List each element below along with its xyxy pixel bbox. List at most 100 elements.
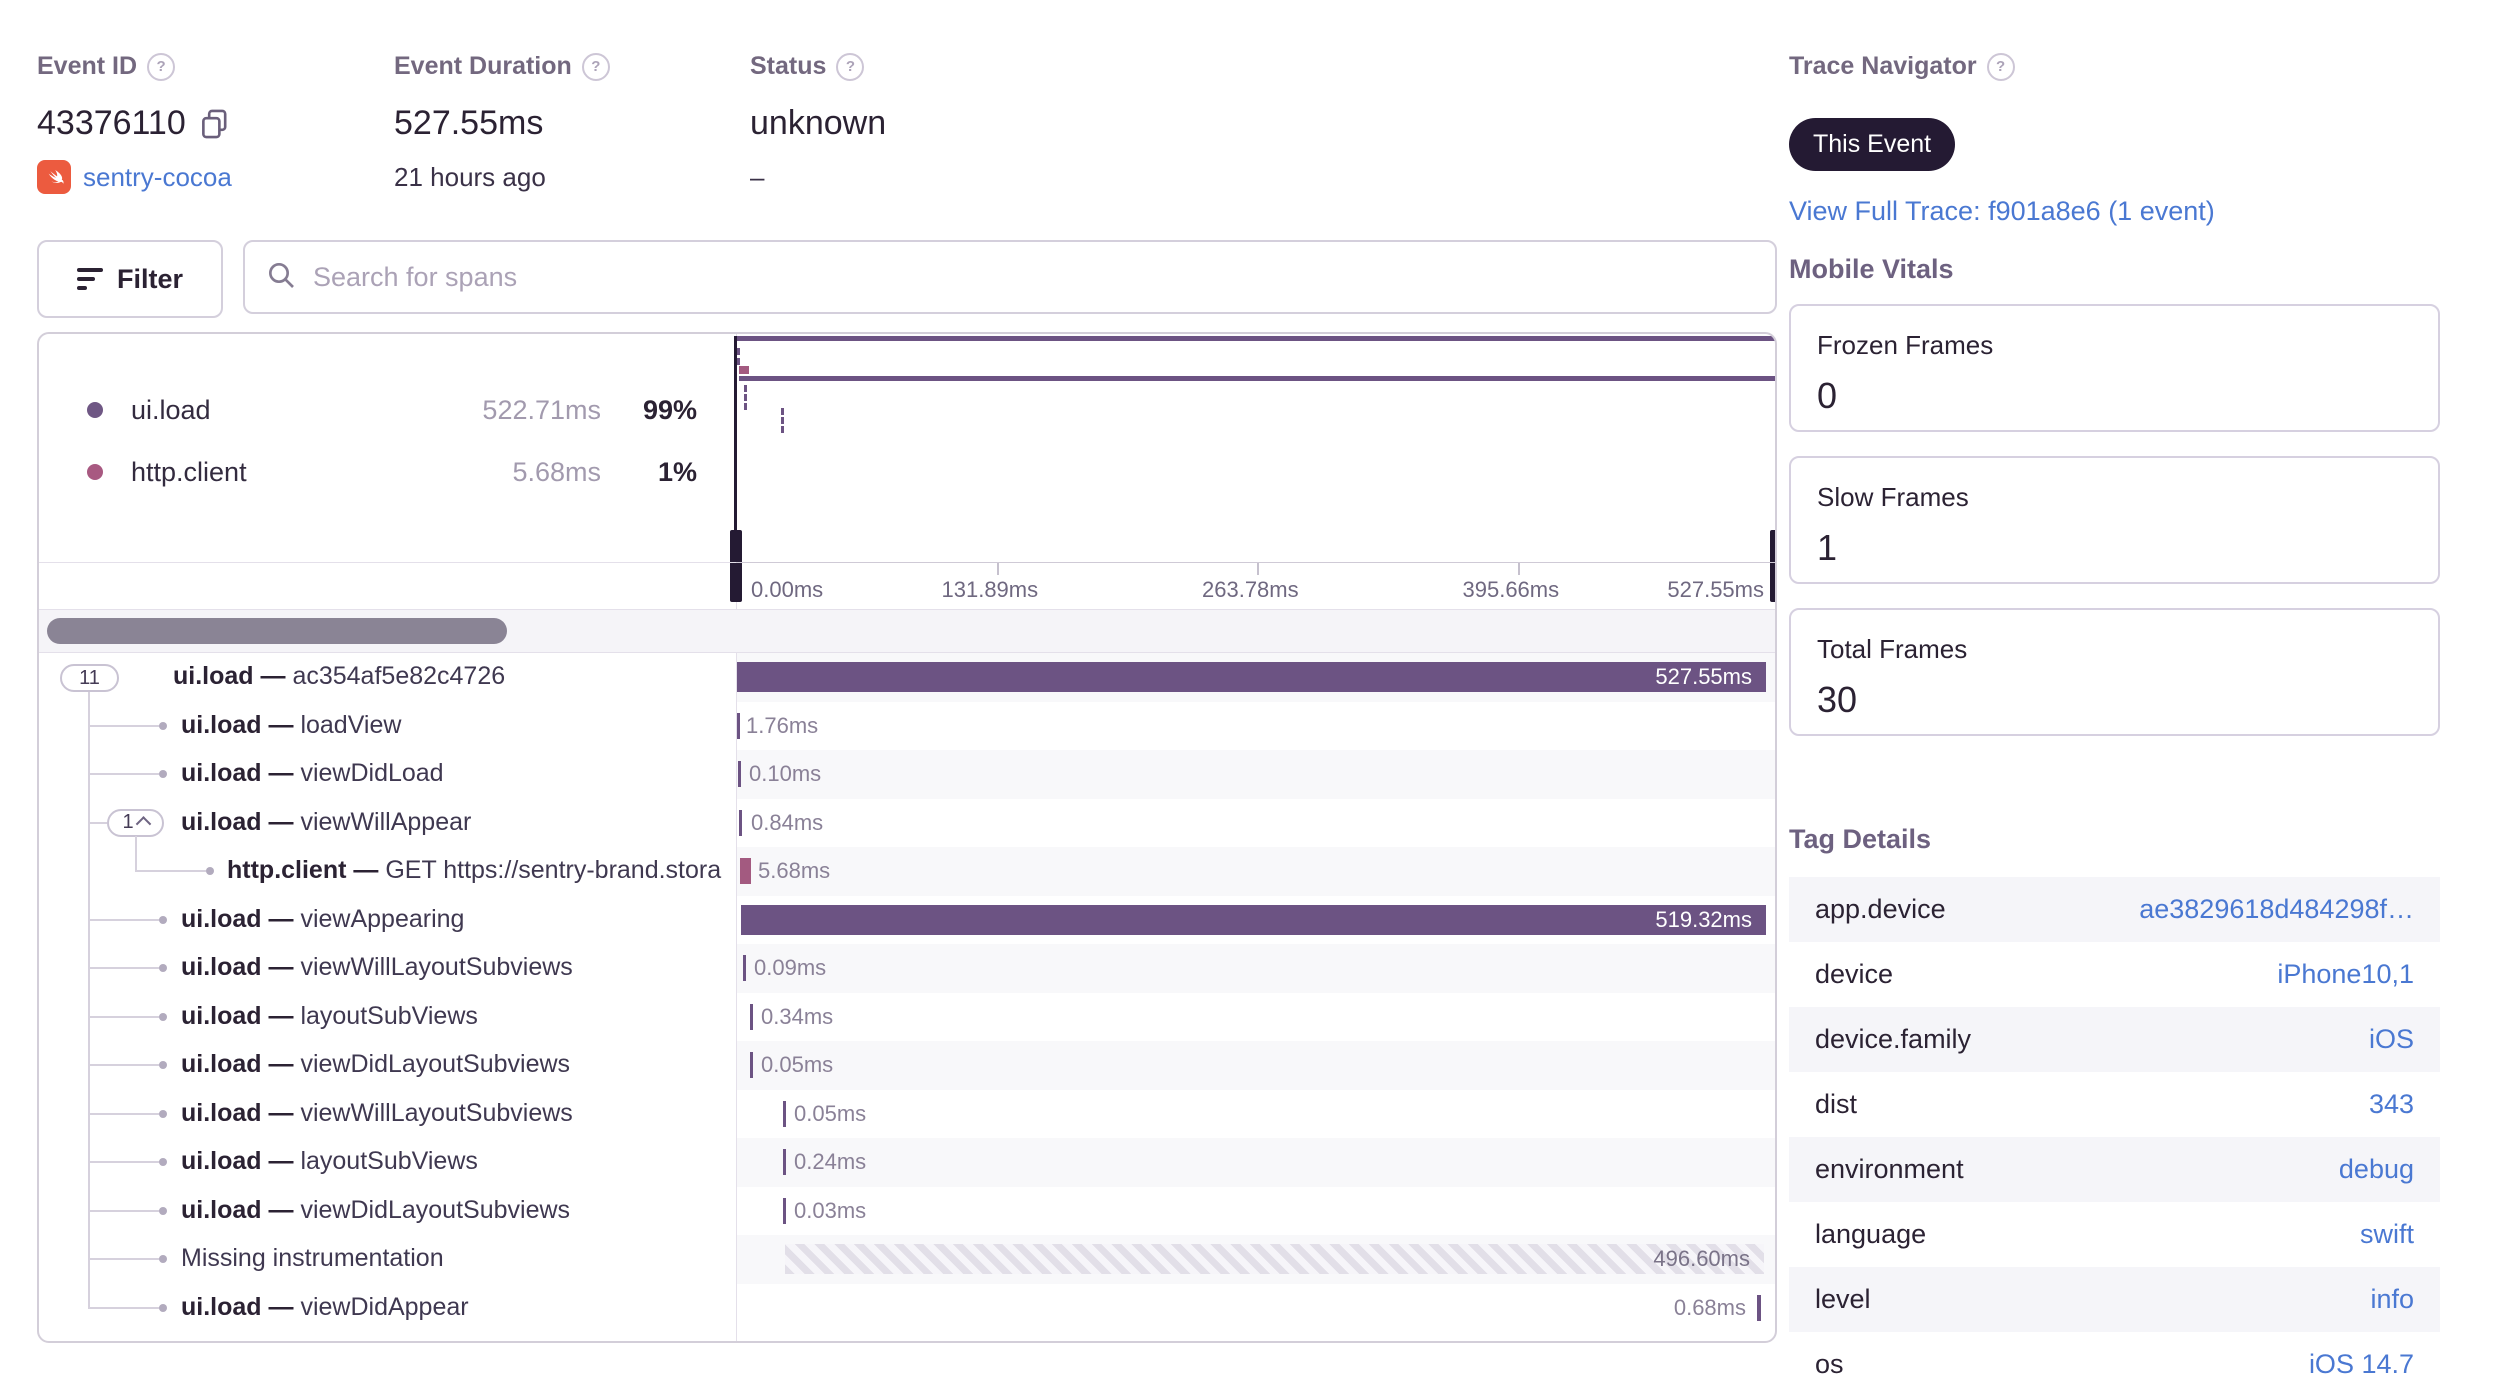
span-bar[interactable] <box>740 858 751 885</box>
span-row-label[interactable]: ui.load — loadView <box>181 711 736 740</box>
span-duration: 0.05ms <box>761 1052 834 1078</box>
copy-icon[interactable] <box>200 108 230 140</box>
project-row: sentry-cocoa <box>37 160 232 194</box>
minimap-left-handle[interactable] <box>734 336 737 530</box>
status-label: Status? <box>750 52 865 81</box>
span-row-label[interactable]: ui.load — ac354af5e82c4726 <box>173 662 733 691</box>
span-row-label[interactable]: ui.load — viewDidLayoutSubviews <box>181 1050 736 1079</box>
span-row-label[interactable]: http.client — GET https://sentry-brand.s… <box>227 856 736 885</box>
span-bar[interactable] <box>750 1003 753 1030</box>
span-row-label[interactable]: ui.load — viewWillAppear <box>181 808 736 837</box>
span-count-badge[interactable]: 11 <box>60 664 119 692</box>
span-bar[interactable] <box>1757 1294 1761 1321</box>
tag-key: device.family <box>1815 1024 1972 1054</box>
tree-connector <box>88 967 159 970</box>
tag-details-heading: Tag Details <box>1789 824 1932 854</box>
tree-connector <box>88 1306 159 1309</box>
minimap-span-mark <box>739 376 1775 381</box>
tag-key: device <box>1815 959 1894 989</box>
tree-connector <box>88 724 159 727</box>
minimap-span-mark <box>744 403 747 410</box>
span-bar[interactable] <box>783 1100 786 1127</box>
search-input[interactable] <box>311 260 1755 294</box>
vital-card-title: Frozen Frames <box>1817 330 1994 360</box>
tree-dot <box>159 1109 167 1118</box>
span-bar[interactable] <box>743 955 746 982</box>
span-bar[interactable] <box>741 904 1766 935</box>
this-event-badge: This Event <box>1789 118 1956 171</box>
help-icon[interactable]: ? <box>1986 52 2015 81</box>
tree-connector <box>88 821 107 824</box>
span-bar[interactable] <box>783 1149 786 1176</box>
view-full-trace-link[interactable]: View Full Trace: f901a8e6 (1 event) <box>1789 196 2215 227</box>
tag-row: device.family iOS <box>1789 1007 2440 1072</box>
span-row-label[interactable]: ui.load — viewWillLayoutSubviews <box>181 1099 736 1128</box>
span-duration: 1.76ms <box>746 712 819 738</box>
tree-connector <box>88 1161 159 1164</box>
tag-row: device iPhone10,1 <box>1789 942 2440 1007</box>
minimap-right-handle[interactable] <box>1775 336 1777 530</box>
span-row-label[interactable]: ui.load — viewDidLoad <box>181 759 736 788</box>
axis-tick-label: 131.89ms <box>941 577 1039 602</box>
project-link[interactable]: sentry-cocoa <box>83 162 232 193</box>
span-bar[interactable] <box>738 761 741 788</box>
axis-tick <box>1517 563 1520 575</box>
tag-value-link[interactable]: iOS <box>2369 1024 2414 1055</box>
span-duration: 0.03ms <box>794 1197 867 1223</box>
legend-op-percent: 99% <box>642 394 697 425</box>
help-icon[interactable]: ? <box>836 52 865 81</box>
tree-dot <box>159 964 167 973</box>
tag-value-link[interactable]: iPhone10,1 <box>2277 959 2414 990</box>
span-row-label[interactable]: ui.load — viewAppearing <box>181 905 736 934</box>
tag-value-link[interactable]: swift <box>2360 1219 2414 1250</box>
span-bar[interactable] <box>785 1244 1764 1275</box>
span-duration: 0.84ms <box>751 809 824 835</box>
span-duration: 0.10ms <box>749 761 822 787</box>
span-row-label[interactable]: ui.load — viewDidAppear <box>181 1293 736 1322</box>
tag-value-link[interactable]: debug <box>2339 1154 2414 1185</box>
status-sub: – <box>750 162 765 192</box>
span-duration: 0.24ms <box>794 1149 867 1175</box>
tag-value-link[interactable]: 343 <box>2369 1089 2414 1120</box>
minimap-span-mark <box>744 394 747 401</box>
tree-child-trunk <box>135 836 137 872</box>
minimap-span-mark <box>781 417 784 424</box>
tag-key: language <box>1815 1219 1927 1249</box>
event-duration-ago: 21 hours ago <box>394 162 546 192</box>
span-duration: 5.68ms <box>758 858 831 884</box>
span-bar[interactable] <box>736 662 1766 693</box>
search-icon <box>265 259 297 296</box>
row-zebra <box>736 750 1775 799</box>
span-bar[interactable] <box>739 809 742 836</box>
span-row-label[interactable]: ui.load — layoutSubViews <box>181 1147 736 1176</box>
span-duration: 519.32ms <box>1655 906 1752 932</box>
tag-value-link[interactable]: ae3829618d484298f… <box>2139 894 2414 925</box>
filter-button[interactable]: Filter <box>37 240 223 318</box>
span-duration: 0.68ms <box>1673 1294 1746 1320</box>
span-duration: 496.60ms <box>1653 1246 1750 1272</box>
tree-connector <box>88 1112 159 1115</box>
span-row-label[interactable]: Missing instrumentation <box>181 1244 736 1273</box>
span-bar[interactable] <box>783 1197 786 1224</box>
vital-card-title: Total Frames <box>1817 634 1968 664</box>
event-duration-label: Event Duration? <box>394 52 610 81</box>
help-icon[interactable]: ? <box>581 52 610 81</box>
tag-value-link[interactable]: info <box>2370 1284 2414 1315</box>
span-row-label[interactable]: ui.load — layoutSubViews <box>181 1002 736 1031</box>
vital-card: Total Frames 30 <box>1789 608 2440 736</box>
tag-value-link[interactable]: iOS 14.7 <box>2309 1349 2414 1380</box>
help-icon[interactable]: ? <box>147 52 176 81</box>
tree-dot <box>159 915 167 924</box>
tree-dot <box>159 1206 167 1215</box>
tree-dot <box>159 1303 167 1312</box>
status-value: unknown <box>750 104 887 142</box>
minimap-span-mark <box>781 408 784 415</box>
horizontal-scrollbar-thumb[interactable] <box>47 618 507 644</box>
legend-op-name: ui.load <box>131 394 211 425</box>
span-row-label[interactable]: ui.load — viewWillLayoutSubviews <box>181 953 736 982</box>
span-bar[interactable] <box>750 1052 753 1079</box>
span-collapse-badge[interactable]: 1 <box>107 808 164 837</box>
mobile-vitals-heading: Mobile Vitals <box>1789 254 1954 284</box>
span-row-label[interactable]: ui.load — viewDidLayoutSubviews <box>181 1196 736 1225</box>
tag-row: environment debug <box>1789 1137 2440 1202</box>
